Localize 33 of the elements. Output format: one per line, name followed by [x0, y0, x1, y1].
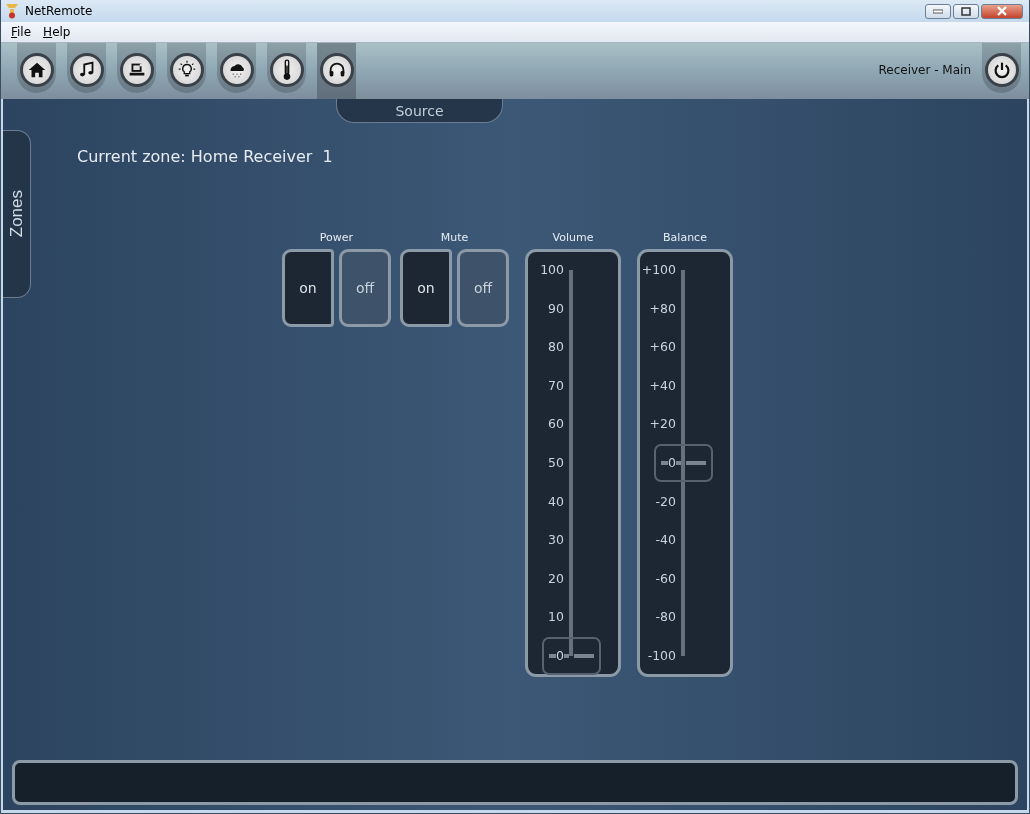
- maximize-icon: [961, 6, 971, 16]
- close-icon: [996, 6, 1008, 16]
- slider-label: Volume: [552, 231, 594, 244]
- toolbar-button[interactable]: [319, 53, 354, 87]
- window-title: NetRemote: [25, 4, 93, 18]
- toggle-button[interactable]: on: [282, 249, 334, 327]
- maximize-button[interactable]: [953, 3, 979, 19]
- toggle-button[interactable]: on: [400, 249, 452, 327]
- toolbar-button[interactable]: [119, 53, 154, 87]
- menu-item[interactable]: File: [7, 25, 36, 39]
- toolbar-button[interactable]: [169, 53, 204, 87]
- slider-label: Balance: [663, 231, 707, 244]
- minimize-button[interactable]: [925, 3, 951, 19]
- close-button[interactable]: [981, 3, 1023, 19]
- toggle-button[interactable]: off: [457, 249, 509, 327]
- control-label: Power: [319, 231, 354, 244]
- toolbar-button[interactable]: [19, 53, 54, 87]
- device-label: Receiver - Main: [878, 63, 971, 77]
- thermometer-icon: [282, 59, 291, 81]
- menu-item[interactable]: Help: [39, 25, 75, 39]
- minimize-icon: [933, 8, 943, 14]
- app-icon: [5, 3, 19, 19]
- toolbar-button[interactable]: [269, 53, 304, 87]
- side-tab[interactable]: Zones: [3, 130, 31, 298]
- slider-thumb[interactable]: [654, 443, 713, 482]
- current-zone-label: Current zone: Home Receiver 1: [77, 147, 334, 166]
- toggle-button[interactable]: off: [339, 249, 391, 327]
- control-label: Mute: [440, 231, 469, 244]
- slider-thumb[interactable]: [542, 636, 601, 675]
- power-button[interactable]: [984, 53, 1019, 87]
- section-tab[interactable]: Source: [336, 99, 503, 123]
- toolbar-button[interactable]: [69, 53, 104, 87]
- toolbar-button[interactable]: [219, 53, 254, 87]
